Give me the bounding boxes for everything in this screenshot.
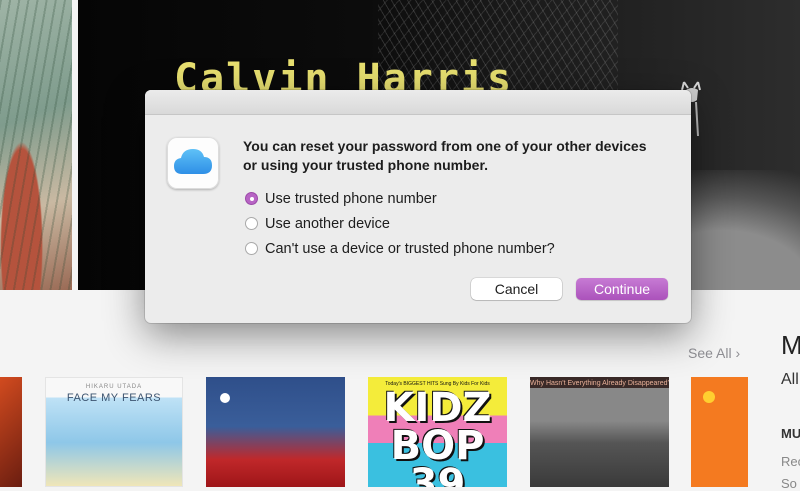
radio-no-device[interactable] [245,242,258,255]
moon-icon [220,393,230,403]
album-cover-face-my-fears[interactable]: HIKARU UTADA FACE MY FEARS [45,377,183,487]
featured-art-left[interactable] [0,0,72,290]
radio-trusted-phone[interactable] [245,192,258,205]
option-another-device[interactable]: Use another device [245,211,555,236]
option-label: Use another device [265,215,390,232]
sidebar-link-2[interactable]: So [781,476,797,491]
radio-another-device[interactable] [245,217,258,230]
dialog-message: You can reset your password from one of … [243,138,647,173]
grass-art [0,0,72,290]
cancel-button[interactable]: Cancel [471,278,562,300]
album-cover-kidz-bop[interactable]: Today's BIGGEST HITS Sung By Kids For Ki… [368,377,507,487]
icloud-icon [167,137,219,189]
album-cover-disappeared[interactable]: Why Hasn't Everything Already Disappeare… [530,377,669,487]
album-caption: Why Hasn't Everything Already Disappeare… [530,380,669,387]
album-title: FACE MY FEARS [66,392,162,404]
option-no-device[interactable]: Can't use a device or trusted phone numb… [245,236,555,261]
sidebar-all-link[interactable]: All [781,371,799,389]
album-number: 39 [409,461,466,487]
sidebar-link-1[interactable]: Rec [781,454,800,469]
album-cover-2[interactable] [206,377,345,487]
cloud-icon [174,149,212,174]
option-label: Can't use a device or trusted phone numb… [265,240,555,257]
sun-icon [703,391,715,403]
chevron-right-icon: › [735,345,741,361]
album-cover-0[interactable] [0,377,22,487]
see-all-label: See All [688,345,732,361]
sidebar-section-label: MU [781,426,800,441]
album-logo-text: KIDZ BOP [383,385,492,469]
option-trusted-phone[interactable]: Use trusted phone number [245,186,555,211]
album-cover-5[interactable] [691,377,748,487]
recovery-options: Use trusted phone number Use another dev… [245,186,555,261]
sidebar-heading: M [781,330,800,360]
continue-button[interactable]: Continue [576,278,668,300]
album-logo: KIDZ BOP 39 [368,388,507,487]
option-label: Use trusted phone number [265,190,437,207]
see-all-link[interactable]: See All › [688,345,740,361]
dialog-titlebar[interactable] [145,90,691,115]
album-artist: HIKARU UTADA [85,384,143,390]
reset-password-dialog: You can reset your password from one of … [145,90,691,323]
